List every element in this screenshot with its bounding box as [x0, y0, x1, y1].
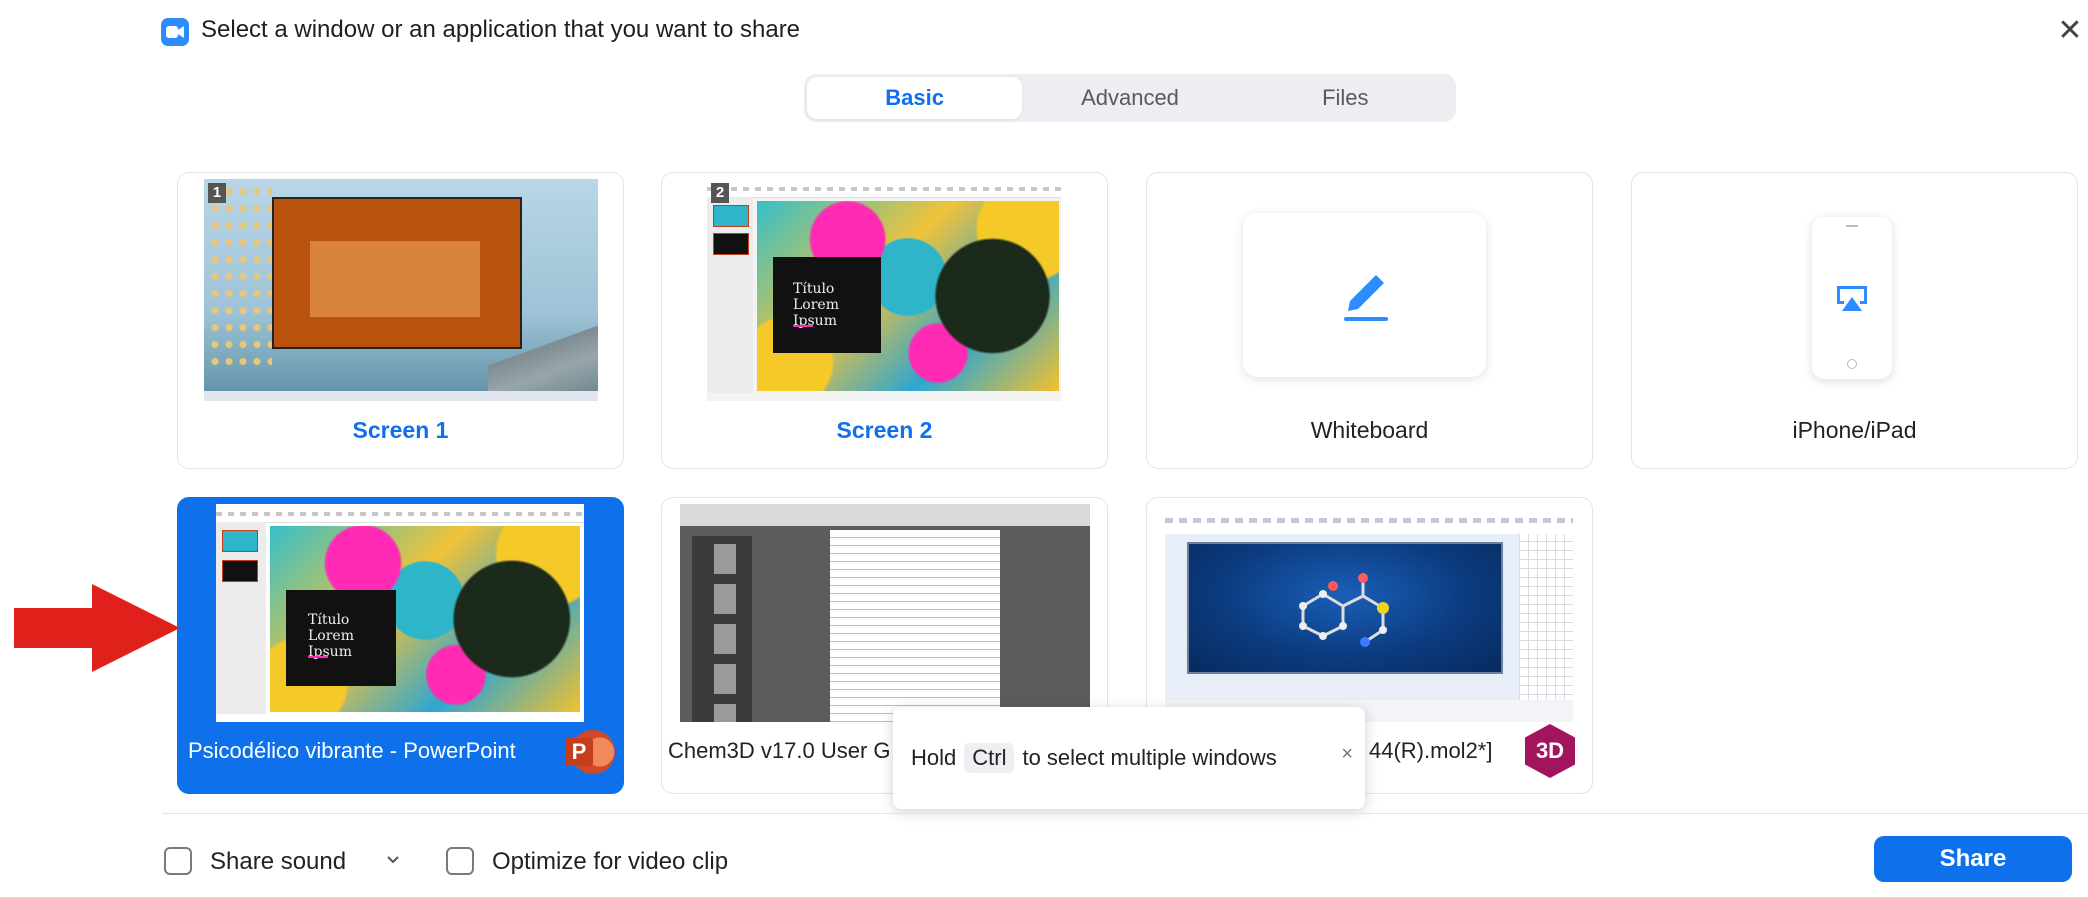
- footer-divider: [162, 813, 2088, 814]
- optimize-video-label: Optimize for video clip: [492, 848, 729, 875]
- card-label: iPhone/iPad: [1792, 417, 1917, 443]
- tooltip-text-before: Hold: [911, 745, 957, 770]
- powerpoint-thumbnail: Título Lorem Ipsum: [216, 504, 584, 722]
- annotation-arrow-icon: [14, 584, 180, 672]
- whiteboard-tile: [1243, 213, 1486, 377]
- card-label: Chem3D v17.0 User G: [668, 738, 891, 763]
- share-card-whiteboard[interactable]: Whiteboard: [1146, 172, 1593, 469]
- tab-basic[interactable]: Basic: [807, 77, 1023, 119]
- card-label: Screen 1: [352, 417, 449, 443]
- close-icon[interactable]: ✕: [2053, 14, 2087, 48]
- card-label: Screen 2: [836, 417, 933, 443]
- card-label: Whiteboard: [1310, 417, 1429, 443]
- zoom-camera-icon: [161, 18, 189, 46]
- share-sound-checkbox[interactable]: [164, 847, 192, 875]
- chem3d-app-icon: 3D: [1525, 724, 1575, 778]
- share-sound-label: Share sound: [210, 848, 347, 875]
- card-label: Psicodélico vibrante - PowerPoint: [188, 738, 516, 763]
- screen-2-thumbnail: Título Lorem Ipsum 2: [707, 179, 1061, 401]
- powerpoint-app-icon: P: [565, 730, 615, 774]
- tab-files[interactable]: Files: [1238, 77, 1453, 119]
- screen-number-badge: 2: [711, 183, 729, 203]
- ctrl-key-hint: Ctrl: [964, 743, 1015, 773]
- screen-number-badge: 1: [208, 183, 226, 203]
- share-card-screen-1[interactable]: 1 Screen 1: [177, 172, 624, 469]
- chem3d-molecule-thumbnail: [1165, 504, 1573, 722]
- chem3d-guide-thumbnail: [680, 504, 1090, 722]
- pencil-icon: [1344, 275, 1388, 321]
- share-tabs: Basic Advanced Files: [804, 74, 1456, 122]
- slide-title-text: Título Lorem Ipsum: [308, 612, 354, 660]
- share-card-screen-2[interactable]: Título Lorem Ipsum 2 Screen 2: [661, 172, 1108, 469]
- multi-select-tooltip: Hold Ctrl to select multiple windows ×: [893, 707, 1365, 809]
- share-card-powerpoint[interactable]: Título Lorem Ipsum Psicodélico vibrante …: [177, 497, 624, 794]
- airplay-icon: [1837, 286, 1867, 311]
- share-card-iphone-ipad[interactable]: iPhone/iPad: [1631, 172, 2078, 469]
- chevron-down-icon[interactable]: [386, 855, 400, 865]
- tooltip-text-after: to select multiple windows: [1022, 745, 1277, 770]
- card-label: 44(R).mol2*]: [1369, 738, 1493, 763]
- tab-advanced[interactable]: Advanced: [1022, 77, 1237, 119]
- slide-title-text: Título Lorem Ipsum: [793, 281, 839, 329]
- optimize-video-checkbox[interactable]: [446, 847, 474, 875]
- screen-1-thumbnail: 1: [204, 179, 598, 401]
- dialog-title: Select a window or an application that y…: [201, 16, 801, 43]
- tooltip-close-icon[interactable]: ×: [1341, 743, 1353, 766]
- phone-tile: [1812, 217, 1892, 379]
- share-button[interactable]: Share: [1874, 836, 2072, 882]
